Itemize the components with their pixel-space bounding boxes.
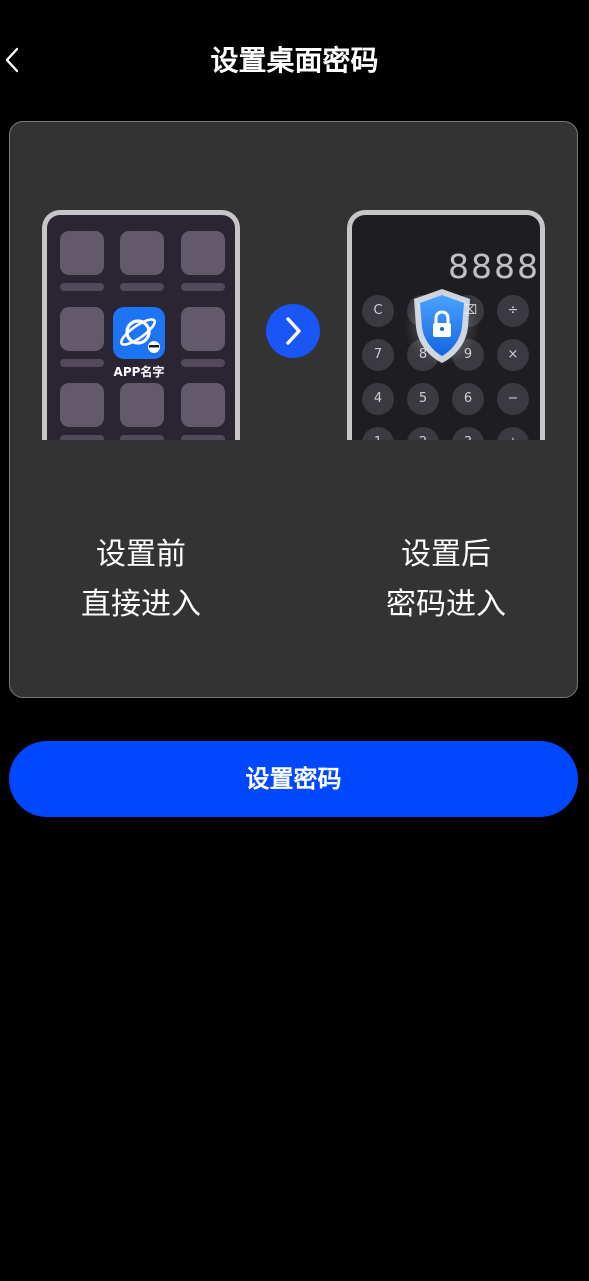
app-placeholder-icon: [60, 383, 104, 427]
calculator-key: 7: [362, 339, 394, 371]
caption-after-line2: 密码进入: [386, 587, 506, 622]
app-name-label: APP名字: [113, 365, 165, 379]
set-password-button[interactable]: 设置密码: [9, 741, 578, 817]
caption-before-line1: 设置前: [96, 537, 186, 572]
caption-before-line2: 直接进入: [81, 587, 201, 622]
app-placeholder-icon: [181, 383, 225, 427]
calculator-key: 3: [452, 427, 484, 440]
app-label-placeholder: [181, 283, 225, 291]
phone-before-mockup: APP名字: [42, 210, 240, 440]
app-label-placeholder: [60, 283, 104, 291]
caption-after-line1: 设置后: [401, 537, 491, 572]
app-label-placeholder: [60, 435, 104, 440]
app-placeholder-icon: [60, 307, 104, 351]
calculator-key: 2: [407, 427, 439, 440]
caption-before: 设置前 直接进入: [41, 530, 241, 630]
calculator-key: 6: [452, 383, 484, 415]
header: 设置桌面密码: [0, 0, 589, 122]
app-label-placeholder: [120, 435, 164, 440]
shield-lock-icon: [404, 289, 480, 365]
app-label-placeholder: [181, 435, 225, 440]
app-placeholder-icon: [120, 231, 164, 275]
chevron-right-icon: [286, 317, 301, 345]
caption-after: 设置后 密码进入: [346, 530, 546, 630]
calculator-key: 5: [407, 383, 439, 415]
app-placeholder-icon: [120, 383, 164, 427]
illustration-card: APP名字 8888 C % ⌫ ÷ 7 8 9 × 4 5 6 − 1 2 3…: [9, 121, 578, 698]
calculator-key: C: [362, 295, 394, 327]
app-placeholder-icon: [181, 231, 225, 275]
calculator-display: 8888: [448, 247, 540, 286]
app-label-placeholder: [120, 283, 164, 291]
app-label-placeholder: [181, 359, 225, 367]
calculator-key: +: [497, 427, 529, 440]
calculator-key: ×: [497, 339, 529, 371]
calculator-key: ÷: [497, 295, 529, 327]
app-placeholder-icon: [181, 307, 225, 351]
calculator-key: −: [497, 383, 529, 415]
calculator-key: 1: [362, 427, 394, 440]
app-placeholder-icon: [60, 231, 104, 275]
phone-after-mockup: 8888 C % ⌫ ÷ 7 8 9 × 4 5 6 − 1 2 3 +: [347, 210, 545, 440]
page-title: 设置桌面密码: [210, 44, 379, 77]
planet-app-icon: [113, 307, 165, 359]
calculator-key: 4: [362, 383, 394, 415]
arrow-right-badge: [266, 304, 320, 358]
